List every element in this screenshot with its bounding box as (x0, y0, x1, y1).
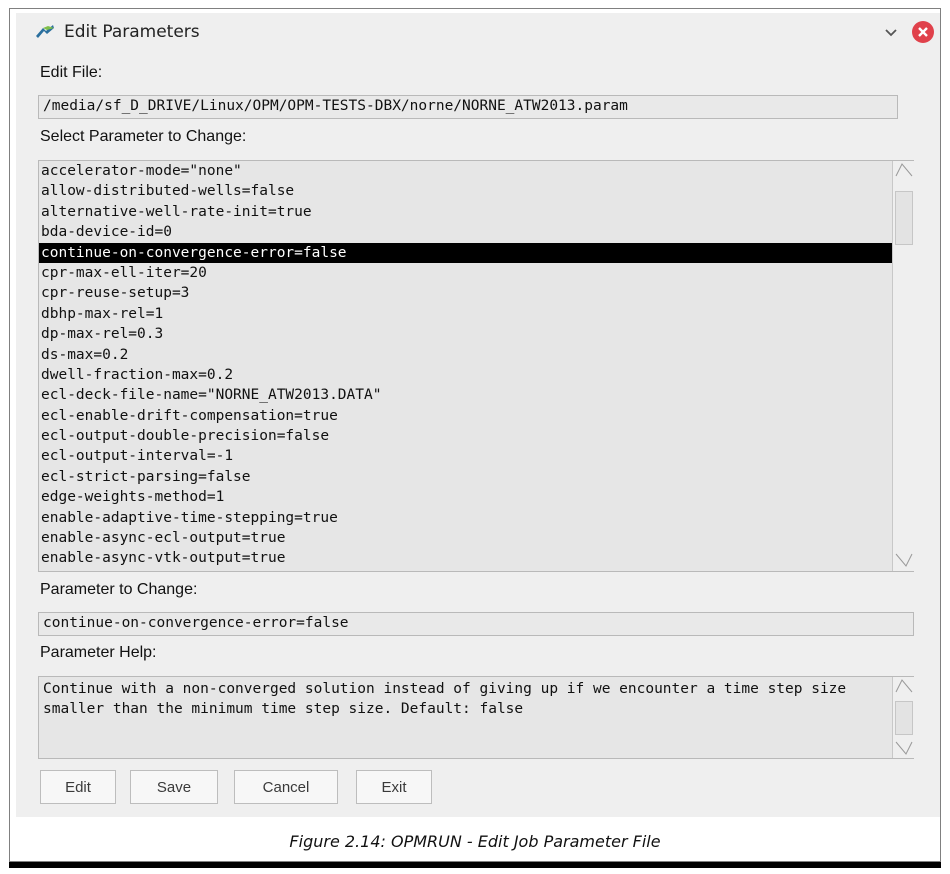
parameter-help-label: Parameter Help: (40, 644, 157, 661)
save-button[interactable]: Save (130, 770, 218, 804)
parameter-list-item[interactable]: ecl-enable-drift-compensation=true (39, 406, 913, 426)
parameter-list-item[interactable]: alternative-well-rate-init=true (39, 202, 913, 222)
select-parameter-label: Select Parameter to Change: (40, 128, 247, 145)
parameter-list-item[interactable]: edge-weights-method=1 (39, 487, 913, 507)
parameter-list-item[interactable]: ecl-deck-file-name="NORNE_ATW2013.DATA" (39, 385, 913, 405)
edit-parameters-window: Edit Parameters Edit File: /media/sf_D_D… (16, 13, 940, 817)
parameter-list-item-selected[interactable]: continue-on-convergence-error=false (39, 242, 913, 263)
parameter-list-item[interactable]: enable-adaptive-time-stepping=true (39, 508, 913, 528)
parameter-list[interactable]: accelerator-mode="none" allow-distributed… (38, 160, 914, 572)
edit-button[interactable]: Edit (40, 770, 116, 804)
parameter-list-item[interactable]: ecl-strict-parsing=false (39, 467, 913, 487)
figure-bottom-border (9, 862, 941, 868)
title-bar[interactable]: Edit Parameters (16, 13, 940, 51)
parameter-list-item[interactable]: cpr-reuse-setup=3 (39, 283, 913, 303)
parameter-help-content: Continue with a non-converged solution i… (43, 681, 847, 717)
parameter-list-item[interactable]: ecl-output-interval=-1 (39, 446, 913, 466)
parameter-list-item[interactable]: ds-max=0.2 (39, 345, 913, 365)
cancel-button[interactable]: Cancel (234, 770, 338, 804)
close-button[interactable] (912, 21, 934, 43)
parameter-list-scroll-thumb[interactable] (895, 191, 913, 245)
help-scroll-thumb[interactable] (895, 701, 913, 735)
chevron-down-icon[interactable] (880, 21, 902, 43)
parameter-list-item[interactable]: enable-async-ecl-output=true (39, 528, 913, 548)
parameter-help-text[interactable]: Continue with a non-converged solution i… (38, 676, 914, 759)
help-scrollbar[interactable] (892, 677, 914, 758)
help-scroll-up-arrow-icon[interactable] (894, 679, 914, 693)
parameter-list-item[interactable]: dbhp-max-rel=1 (39, 304, 913, 324)
parameter-to-change-label: Parameter to Change: (40, 581, 198, 598)
edit-file-label: Edit File: (40, 64, 103, 81)
opm-app-icon (36, 25, 54, 38)
parameter-list-item[interactable]: allow-distributed-wells=false (39, 181, 913, 201)
parameter-list-item[interactable]: cpr-max-ell-iter=20 (39, 263, 913, 283)
window-title: Edit Parameters (64, 22, 200, 42)
parameter-list-item[interactable]: bda-device-id=0 (39, 222, 913, 242)
edit-file-field[interactable]: /media/sf_D_DRIVE/Linux/OPM/OPM-TESTS-DB… (38, 95, 898, 119)
parameter-list-item[interactable]: accelerator-mode="none" (39, 161, 913, 181)
parameter-list-item[interactable]: enable-async-vtk-output=true (39, 548, 913, 568)
scroll-down-arrow-icon[interactable] (894, 553, 914, 567)
help-scroll-down-arrow-icon[interactable] (894, 741, 914, 755)
close-icon (918, 27, 928, 37)
parameter-to-change-field[interactable]: continue-on-convergence-error=false (38, 612, 914, 636)
figure-caption: Figure 2.14: OPMRUN - Edit Job Parameter… (289, 832, 661, 851)
parameter-list-item[interactable]: ecl-output-double-precision=false (39, 426, 913, 446)
parameter-list-scrollbar[interactable] (892, 161, 914, 571)
parameter-list-item[interactable]: dwell-fraction-max=0.2 (39, 365, 913, 385)
scroll-up-arrow-icon[interactable] (894, 163, 914, 177)
exit-button[interactable]: Exit (356, 770, 432, 804)
parameter-list-item[interactable]: dp-max-rel=0.3 (39, 324, 913, 344)
